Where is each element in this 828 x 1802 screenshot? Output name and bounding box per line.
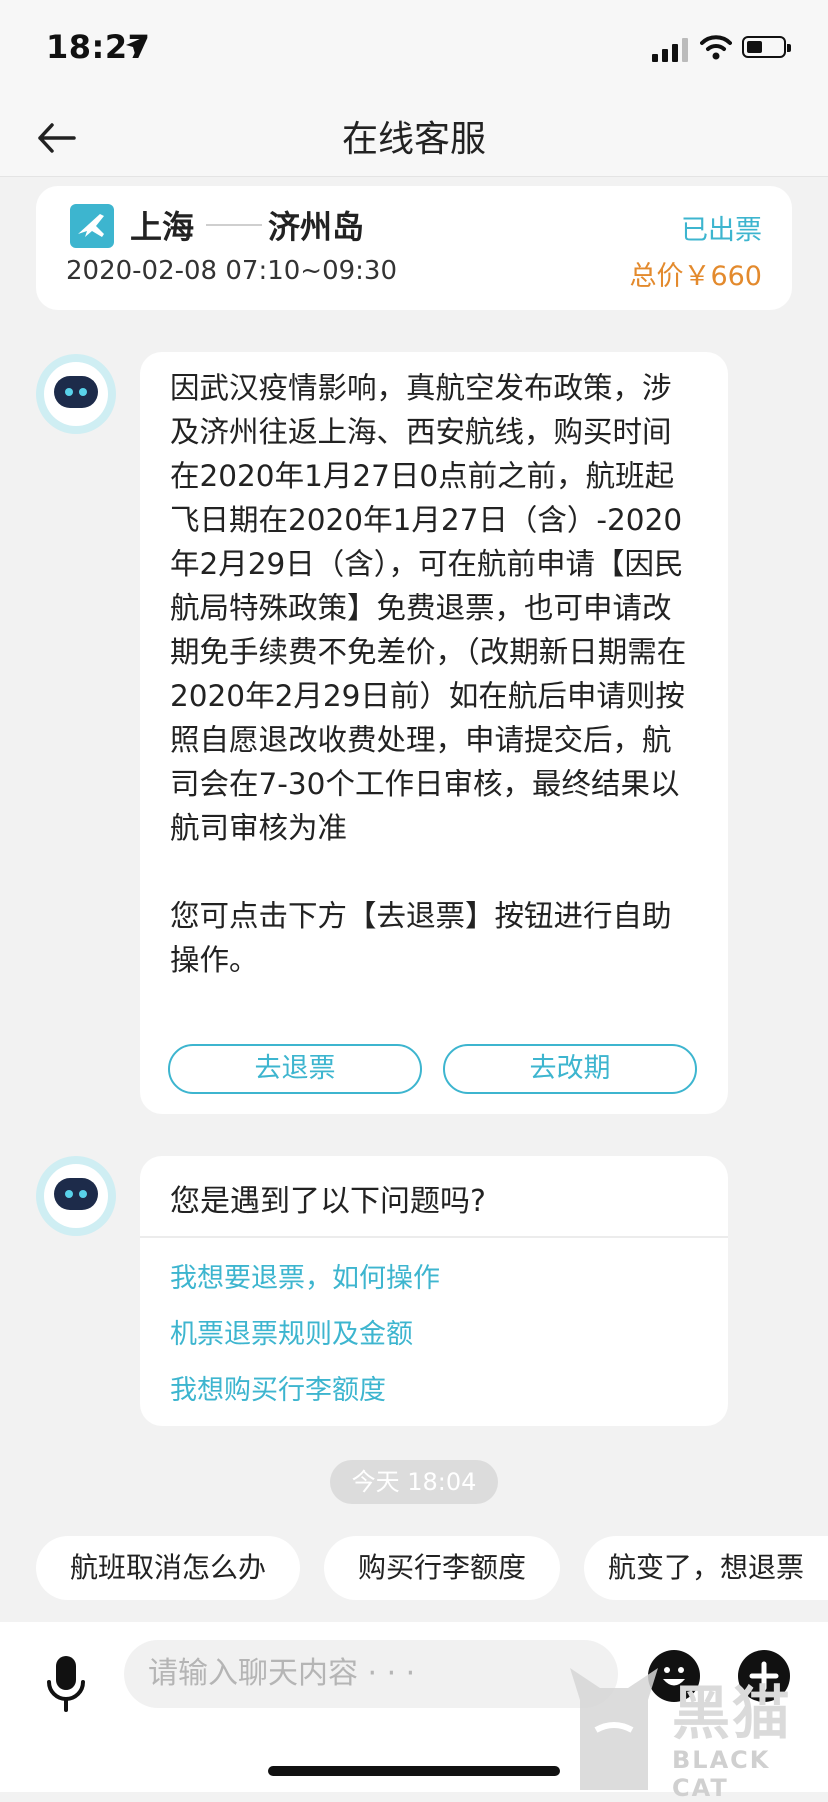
change-date-button[interactable]: 去改期	[443, 1044, 697, 1094]
route-destination: 济州岛	[268, 208, 365, 246]
refund-button[interactable]: 去退票	[168, 1044, 422, 1094]
ticket-status: 已出票	[681, 215, 762, 246]
policy-paragraph: 因武汉疫情影响，真航空发布政策，涉及济州往返上海、西安航线，购买时间在2020年…	[170, 371, 687, 845]
route-connector	[206, 224, 262, 226]
quick-reply-chip[interactable]: 航班取消怎么办	[36, 1536, 300, 1600]
home-indicator	[268, 1766, 560, 1776]
flight-datetime: 2020-02-08 07:10~09:30	[66, 256, 398, 286]
message-text: 因武汉疫情影响，真航空发布政策，涉及济州往返上海、西安航线，购买时间在2020年…	[170, 366, 700, 982]
faq-bubble: 您是遇到了以下问题吗? 我想要退票，如何操作 机票退票规则及金额 我想购买行李额…	[140, 1156, 728, 1426]
airplane-icon	[70, 204, 114, 248]
bot-avatar	[36, 1156, 116, 1236]
route-origin: 上海	[130, 208, 195, 246]
black-cat-logo-icon	[570, 1668, 658, 1790]
page-title: 在线客服	[341, 119, 486, 160]
robot-face-icon	[54, 376, 98, 408]
faq-item[interactable]: 机票退票规则及金额	[170, 1312, 413, 1351]
bot-avatar	[36, 354, 116, 434]
cellular-signal-icon	[652, 38, 688, 62]
quick-reply-chip[interactable]: 航变了，想退票	[584, 1536, 828, 1600]
watermark-cn: 黑猫	[672, 1679, 793, 1747]
location-arrow-icon	[126, 38, 142, 54]
microphone-icon[interactable]	[44, 1654, 88, 1714]
flight-card[interactable]: 上海 济州岛 2020-02-08 07:10~09:30 已出票 总价￥660	[36, 186, 792, 310]
wifi-icon	[700, 35, 732, 60]
total-price: 总价￥660	[629, 261, 762, 292]
divider	[140, 1236, 728, 1238]
watermark-en: BLACK CAT	[672, 1746, 771, 1802]
self-service-hint: 您可点击下方【去退票】按钮进行自助操作。	[170, 899, 672, 977]
faq-item[interactable]: 我想购买行李额度	[170, 1368, 386, 1407]
chat-timestamp: 今天 18:04	[330, 1460, 498, 1504]
quick-reply-chip[interactable]: 购买行李额度	[324, 1536, 560, 1600]
bot-message-bubble: 因武汉疫情影响，真航空发布政策，涉及济州往返上海、西安航线，购买时间在2020年…	[140, 352, 728, 1114]
chat-input[interactable]: 请输入聊天内容 · · ·	[124, 1640, 618, 1708]
watermark: 黑猫 BLACK CAT	[560, 1660, 828, 1802]
robot-face-icon	[54, 1178, 98, 1210]
nav-bar: 在线客服	[0, 100, 828, 177]
status-bar: 18:27	[0, 0, 828, 100]
faq-item[interactable]: 我想要退票，如何操作	[170, 1256, 440, 1295]
faq-title: 您是遇到了以下问题吗?	[170, 1184, 486, 1219]
battery-icon	[742, 36, 791, 58]
